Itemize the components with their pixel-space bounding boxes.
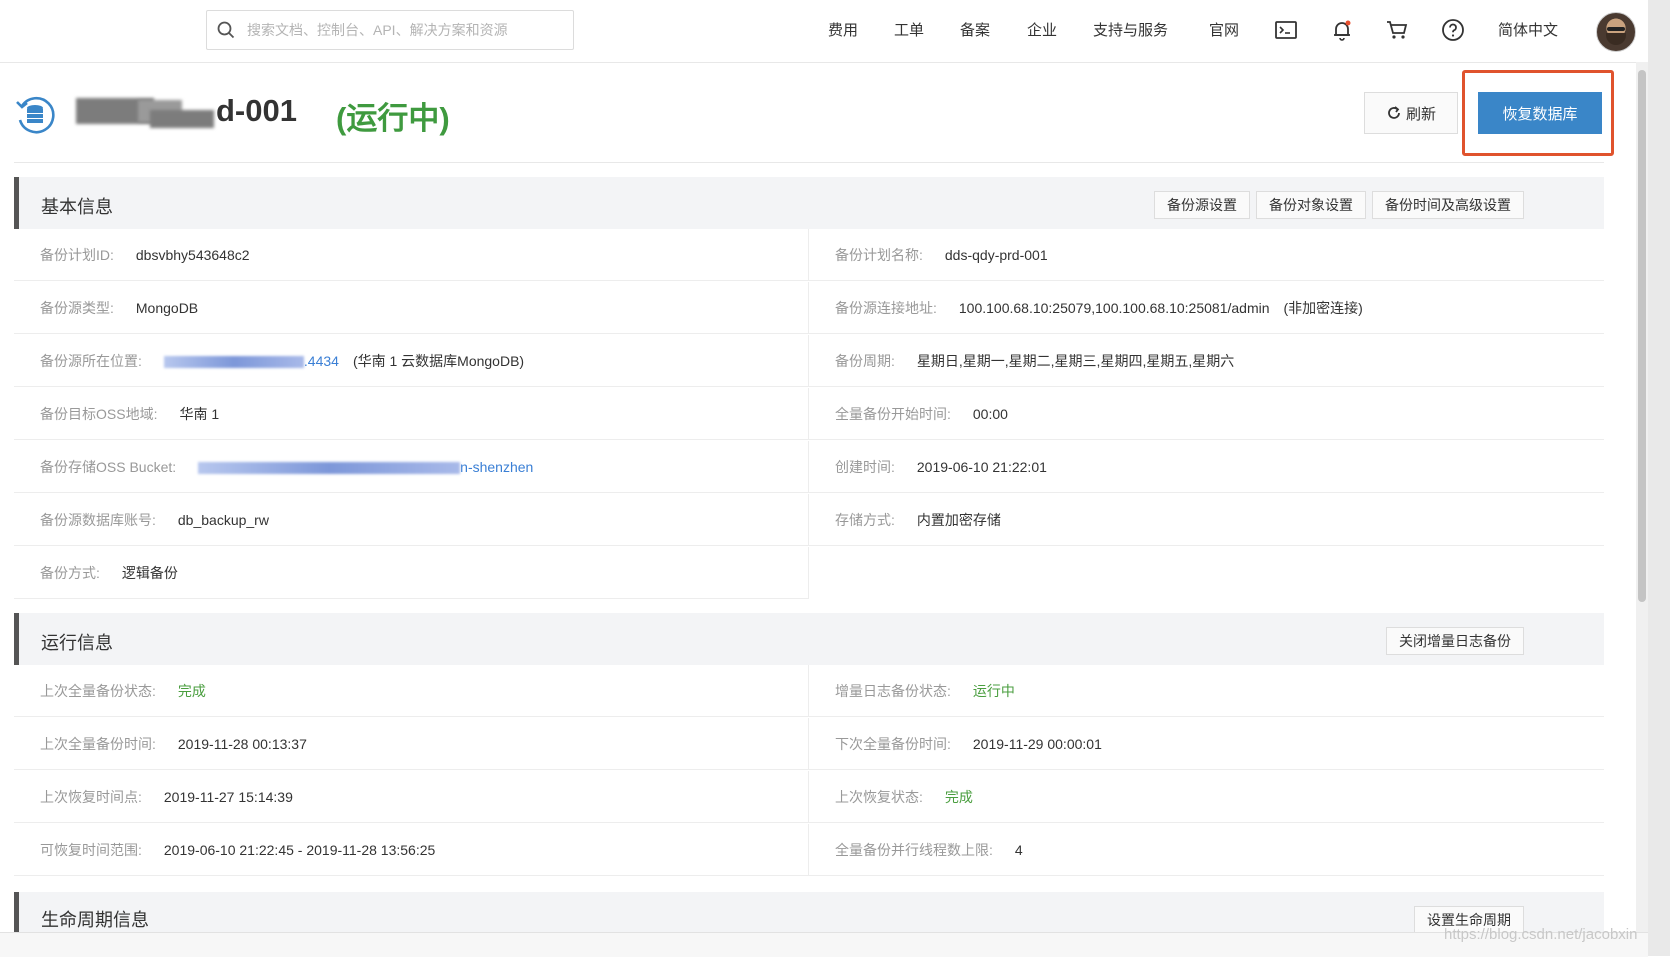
info-row: 上次全量备份状态: 完成 bbox=[14, 665, 809, 717]
source-location-note: (华南 1 云数据库MongoDB) bbox=[352, 352, 525, 369]
language-switch[interactable]: 简体中文 bbox=[1498, 19, 1558, 40]
search-input[interactable] bbox=[245, 21, 549, 39]
info-row: 备份目标OSS地域: 华南 1 bbox=[14, 388, 809, 440]
scrollbar-thumb[interactable] bbox=[1638, 70, 1646, 602]
plan-id: dbsvbhy543648c2 bbox=[135, 246, 250, 263]
info-row: 可恢复时间范围: 2019-06-10 21:22:45 - 2019-11-2… bbox=[14, 824, 809, 876]
top-bar: 费用 工单 备案 企业 支持与服务 官网 简体中文 bbox=[0, 0, 1640, 63]
backup-source-settings-button[interactable]: 备份源设置 bbox=[1154, 191, 1250, 219]
search-icon bbox=[217, 21, 235, 39]
cart-icon[interactable] bbox=[1385, 18, 1409, 42]
storage-method: 内置加密存储 bbox=[916, 511, 1001, 528]
source-type: MongoDB bbox=[135, 299, 199, 316]
refresh-label: 刷新 bbox=[1405, 105, 1436, 123]
user-avatar[interactable] bbox=[1596, 12, 1636, 52]
last-full-backup-status: 完成 bbox=[177, 682, 206, 699]
panel-title: 生命周期信息 bbox=[41, 910, 149, 930]
full-backup-start: 00:00 bbox=[972, 405, 1008, 422]
incremental-log-status: 运行中 bbox=[972, 682, 1015, 699]
info-row: 备份源类型: MongoDB bbox=[14, 282, 809, 334]
nav-fee[interactable]: 费用 bbox=[828, 19, 858, 40]
backup-method: 逻辑备份 bbox=[121, 564, 178, 581]
plan-name: dds-qdy-prd-001 bbox=[944, 246, 1048, 263]
info-row: 存储方式: 内置加密存储 bbox=[809, 494, 1604, 546]
nav-official-site[interactable]: 官网 bbox=[1209, 19, 1239, 40]
source-db-account: db_backup_rw bbox=[177, 511, 269, 528]
source-location-link[interactable]: .4434 bbox=[163, 353, 339, 369]
info-row: 上次全量备份时间: 2019-11-28 00:13:37 bbox=[14, 718, 809, 770]
last-restore-point: 2019-11-27 15:14:39 bbox=[163, 788, 293, 805]
refresh-button[interactable]: 刷新 bbox=[1364, 92, 1458, 134]
basic-info-header: 基本信息 备份源设置 备份对象设置 备份时间及高级设置 bbox=[14, 177, 1604, 229]
last-restore-status: 完成 bbox=[944, 788, 973, 805]
nav-support[interactable]: 支持与服务 bbox=[1093, 19, 1168, 40]
backup-time-settings-button[interactable]: 备份时间及高级设置 bbox=[1372, 191, 1524, 219]
info-row: 备份方式: 逻辑备份 bbox=[14, 547, 809, 599]
info-row: 备份源数据库账号: db_backup_rw bbox=[14, 494, 809, 546]
backup-object-settings-button[interactable]: 备份对象设置 bbox=[1256, 191, 1366, 219]
info-row: 备份周期: 星期日,星期一,星期二,星期三,星期四,星期五,星期六 bbox=[809, 335, 1604, 387]
watermark: https://blog.csdn.net/jacobxin bbox=[1444, 926, 1638, 943]
info-row: 上次恢复状态: 完成 bbox=[809, 771, 1604, 823]
nav-filing[interactable]: 备案 bbox=[960, 19, 990, 40]
info-row: 备份源所在位置: .4434 (华南 1 云数据库MongoDB) bbox=[14, 335, 809, 387]
info-row: 备份源连接地址: 100.100.68.10:25079,100.100.68.… bbox=[809, 282, 1604, 334]
search-box[interactable] bbox=[206, 10, 574, 50]
help-icon[interactable] bbox=[1441, 18, 1465, 42]
restorable-time-range: 2019-06-10 21:22:45 - 2019-11-28 13:56:2… bbox=[163, 841, 436, 858]
info-row: 全量备份开始时间: 00:00 bbox=[809, 388, 1604, 440]
backup-cycle: 星期日,星期一,星期二,星期三,星期四,星期五,星期六 bbox=[916, 352, 1235, 369]
info-row: 备份存储OSS Bucket: n-shenzhen bbox=[14, 441, 809, 493]
info-row: 上次恢复时间点: 2019-11-27 15:14:39 bbox=[14, 771, 809, 823]
last-full-backup-time: 2019-11-28 00:13:37 bbox=[177, 735, 307, 752]
lifecycle-info-header: 生命周期信息 设置生命周期 bbox=[14, 892, 1604, 934]
bell-icon[interactable] bbox=[1330, 18, 1354, 42]
page-title: d-001 bbox=[216, 93, 297, 128]
full-backup-thread-limit: 4 bbox=[1014, 841, 1023, 858]
panel-title: 基本信息 bbox=[41, 197, 113, 217]
info-row: 增量日志备份状态: 运行中 bbox=[809, 665, 1604, 717]
nav-enterprise[interactable]: 企业 bbox=[1027, 19, 1057, 40]
connection-note: (非加密连接) bbox=[1283, 299, 1363, 316]
bottom-strip bbox=[0, 932, 1648, 957]
disable-incremental-log-button[interactable]: 关闭增量日志备份 bbox=[1386, 627, 1524, 655]
info-row: 全量备份并行线程数上限: 4 bbox=[809, 824, 1604, 876]
vertical-scrollbar[interactable] bbox=[1636, 62, 1648, 932]
info-row: 备份计划名称: dds-qdy-prd-001 bbox=[809, 229, 1604, 281]
next-full-backup-time: 2019-11-29 00:00:01 bbox=[972, 735, 1102, 752]
backup-plan-icon bbox=[16, 96, 55, 134]
window-edge bbox=[1648, 0, 1670, 956]
runtime-info-header: 运行信息 关闭增量日志备份 bbox=[14, 613, 1604, 665]
divider bbox=[14, 162, 1604, 163]
restore-database-button[interactable]: 恢复数据库 bbox=[1478, 92, 1602, 134]
oss-bucket-link[interactable]: n-shenzhen bbox=[198, 459, 533, 475]
info-row: 创建时间: 2019-06-10 21:22:01 bbox=[809, 441, 1604, 493]
panel-title: 运行信息 bbox=[41, 633, 113, 653]
nav-ticket[interactable]: 工单 bbox=[894, 19, 924, 40]
oss-region: 华南 1 bbox=[179, 405, 220, 422]
refresh-icon bbox=[1388, 106, 1400, 119]
connection-address: 100.100.68.10:25079,100.100.68.10:25081/… bbox=[958, 299, 1270, 316]
plan-status: (运行中) bbox=[336, 101, 450, 136]
info-row: 备份计划ID: dbsvbhy543648c2 bbox=[14, 229, 809, 281]
created-time: 2019-06-10 21:22:01 bbox=[916, 458, 1047, 475]
terminal-icon[interactable] bbox=[1274, 18, 1298, 42]
info-row: 下次全量备份时间: 2019-11-29 00:00:01 bbox=[809, 718, 1604, 770]
